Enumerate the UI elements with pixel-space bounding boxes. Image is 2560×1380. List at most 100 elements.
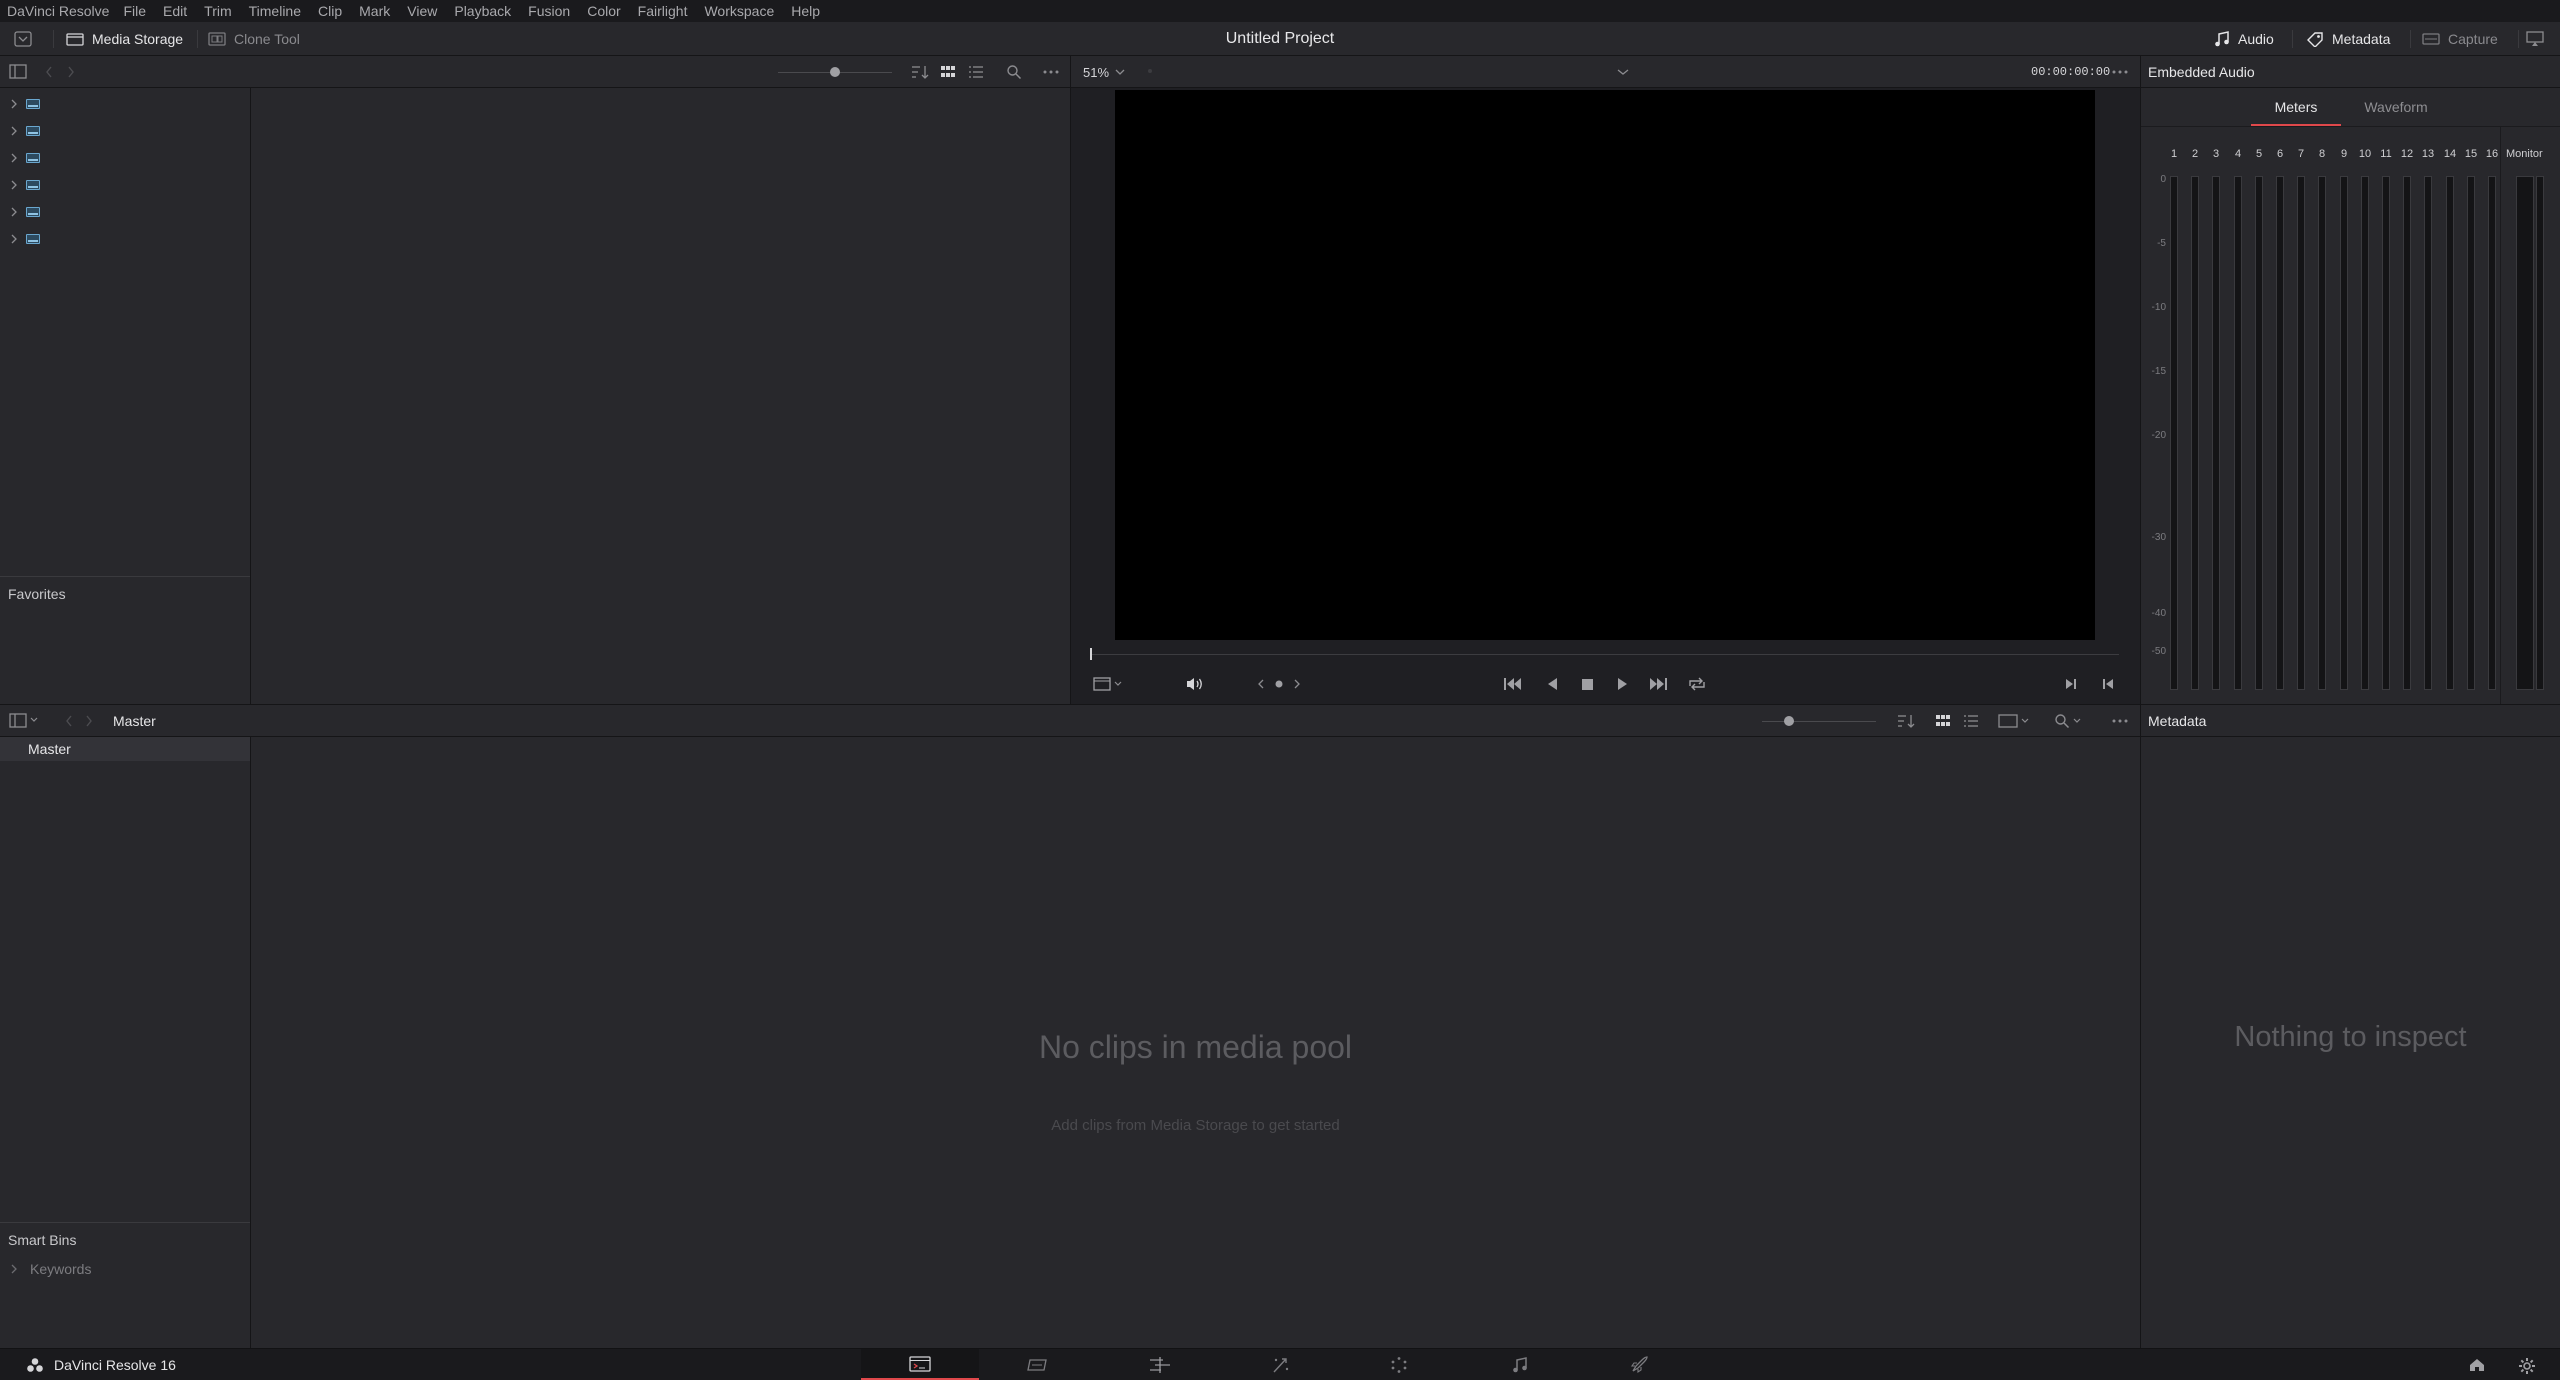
- storage-drive-item[interactable]: [10, 175, 40, 195]
- bin-list-toggle-icon[interactable]: [9, 713, 39, 728]
- page-media-button[interactable]: [861, 1349, 979, 1380]
- storage-drive-item[interactable]: [10, 148, 40, 168]
- menu-clip[interactable]: Clip: [318, 3, 342, 19]
- viewer-scrub-bar[interactable]: [1091, 654, 2119, 655]
- fullscreen-button[interactable]: [2526, 22, 2544, 56]
- pool-clip-view-icon[interactable]: [1998, 714, 2032, 728]
- monitor-meter: [2516, 176, 2534, 690]
- menu-help[interactable]: Help: [791, 3, 820, 19]
- meter-channel-label: 16: [2485, 148, 2499, 160]
- pool-search-icon[interactable]: [2054, 713, 2084, 729]
- color-page-icon: [1390, 1356, 1408, 1374]
- smart-bin-keywords[interactable]: Keywords: [10, 1259, 91, 1279]
- page-fusion-button[interactable]: [1222, 1349, 1340, 1380]
- workspace-dropdown-button[interactable]: [14, 22, 32, 56]
- go-to-start-icon[interactable]: [1503, 676, 1523, 692]
- menu-timeline[interactable]: Timeline: [249, 3, 301, 19]
- page-deliver-button[interactable]: [1580, 1349, 1698, 1380]
- menu-davinci-resolve[interactable]: DaVinci Resolve: [7, 3, 109, 19]
- sidebar-toggle-icon[interactable]: [9, 64, 27, 79]
- chevron-right-icon[interactable]: [10, 207, 18, 217]
- menu-mark[interactable]: Mark: [359, 3, 390, 19]
- capture-label: Capture: [2448, 31, 2498, 47]
- storage-drive-item[interactable]: [10, 202, 40, 222]
- viewer-more-options-icon[interactable]: [2111, 64, 2129, 80]
- chevron-right-icon[interactable]: [10, 153, 18, 163]
- audio-button[interactable]: Audio: [2214, 22, 2274, 56]
- mark-in-icon[interactable]: [2064, 676, 2078, 692]
- chevron-right-icon[interactable]: [10, 126, 18, 136]
- media-pool-clip-area[interactable]: No clips in media pool Add clips from Me…: [251, 737, 2140, 1348]
- chevron-right-icon[interactable]: [10, 234, 18, 244]
- pool-back-arrow-icon[interactable]: [64, 714, 74, 728]
- page-fairlight-button[interactable]: [1461, 1349, 1579, 1380]
- loop-icon[interactable]: [1687, 676, 1707, 692]
- menu-view[interactable]: View: [407, 3, 437, 19]
- capture-button[interactable]: Capture: [2422, 22, 2498, 56]
- tab-meters[interactable]: Meters: [2251, 88, 2341, 126]
- storage-browser[interactable]: [251, 88, 1070, 704]
- cut-page-icon: [1026, 1357, 1050, 1373]
- menu-playback[interactable]: Playback: [454, 3, 511, 19]
- menu-color[interactable]: Color: [587, 3, 620, 19]
- pool-more-options-icon[interactable]: [2111, 713, 2129, 729]
- deliver-page-icon: [1630, 1356, 1648, 1374]
- home-icon[interactable]: [2468, 1357, 2486, 1373]
- playhead[interactable]: [1090, 648, 1092, 660]
- tab-waveform[interactable]: Waveform: [2351, 88, 2441, 126]
- sort-icon[interactable]: [910, 64, 930, 80]
- meter-channel-bar: [2297, 176, 2305, 690]
- page-edit-button[interactable]: [1101, 1349, 1219, 1380]
- storage-drive-item[interactable]: [10, 94, 40, 114]
- forward-arrow-icon[interactable]: [66, 65, 76, 79]
- db-scale-label: -20: [2151, 430, 2166, 441]
- chevron-down-box-icon: [14, 31, 32, 47]
- media-storage-button[interactable]: Media Storage: [66, 22, 183, 56]
- menu-fusion[interactable]: Fusion: [528, 3, 570, 19]
- pool-sort-icon[interactable]: [1896, 713, 1916, 729]
- thumbnail-zoom-handle[interactable]: [830, 67, 840, 77]
- thumbnail-view-icon[interactable]: [940, 64, 956, 80]
- pool-zoom-slider[interactable]: [1762, 721, 1876, 722]
- back-arrow-icon[interactable]: [44, 65, 54, 79]
- bin-master[interactable]: Master: [0, 737, 250, 761]
- menu-trim[interactable]: Trim: [204, 3, 231, 19]
- play-reverse-icon[interactable]: [1545, 676, 1559, 692]
- menu-file[interactable]: File: [123, 3, 146, 19]
- menu-fairlight[interactable]: Fairlight: [638, 3, 688, 19]
- storage-drive-item[interactable]: [10, 229, 40, 249]
- pool-list-view-icon[interactable]: [1963, 713, 1979, 729]
- list-view-icon[interactable]: [968, 64, 984, 80]
- pool-zoom-handle[interactable]: [1784, 716, 1794, 726]
- play-icon[interactable]: [1616, 676, 1630, 692]
- page-color-button[interactable]: [1340, 1349, 1458, 1380]
- bin-list-panel: Master Smart Bins Keywords: [0, 737, 250, 1348]
- header-bar: Media Storage Clone Tool Untitled Projec…: [0, 22, 2560, 56]
- volume-icon[interactable]: [1185, 676, 1205, 692]
- menu-workspace[interactable]: Workspace: [704, 3, 774, 19]
- menu-edit[interactable]: Edit: [163, 3, 187, 19]
- search-icon[interactable]: [1006, 64, 1022, 80]
- metadata-button[interactable]: Metadata: [2306, 22, 2390, 56]
- viewer-canvas[interactable]: [1115, 90, 2095, 640]
- menu-bar: DaVinci Resolve File Edit Trim Timeline …: [0, 0, 2560, 22]
- pool-thumbnail-view-icon[interactable]: [1935, 713, 1951, 729]
- page-cut-button[interactable]: [979, 1349, 1097, 1380]
- viewer-mode-icon[interactable]: [1093, 677, 1123, 691]
- pool-forward-arrow-icon[interactable]: [84, 714, 94, 728]
- stop-icon[interactable]: [1581, 676, 1595, 692]
- clone-tool-button[interactable]: Clone Tool: [208, 22, 300, 56]
- go-to-end-icon[interactable]: [1648, 676, 1668, 692]
- storage-locations-panel: Favorites: [0, 88, 250, 704]
- chevron-right-icon[interactable]: [10, 180, 18, 190]
- media-pool-toolbar: Master: [0, 705, 2140, 737]
- jog-shuttle-icon[interactable]: [1257, 677, 1301, 691]
- chevron-right-icon[interactable]: [10, 99, 18, 109]
- mark-out-icon[interactable]: [2101, 676, 2115, 692]
- clip-dropdown-chevron-icon[interactable]: [1617, 68, 1629, 76]
- more-options-icon[interactable]: [1042, 64, 1060, 80]
- storage-drive-item[interactable]: [10, 121, 40, 141]
- viewer-zoom-dropdown[interactable]: 51%: [1083, 56, 1125, 88]
- settings-gear-icon[interactable]: [2518, 1357, 2536, 1375]
- meter-channel-bar: [2255, 176, 2263, 690]
